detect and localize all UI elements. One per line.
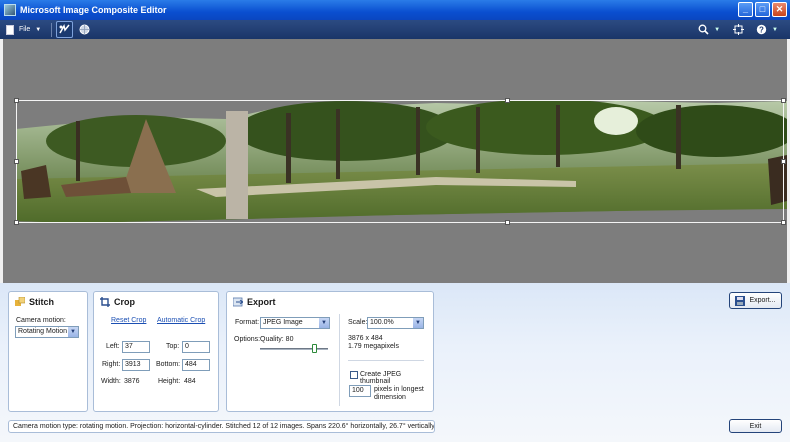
window-controls: _ □ ✕ [738,2,787,17]
svg-text:?: ? [759,25,764,34]
right-label: Right: [102,361,121,368]
export-panel: Export Format: JPEG Image ▼ Options: Qua… [226,291,434,412]
window-title: Microsoft Image Composite Editor [20,5,167,15]
scale-select[interactable]: 100.0% ▼ [367,317,424,329]
crop-panel-title: Crop [100,297,135,307]
export-button[interactable]: Export... [729,292,782,309]
help-dropdown-icon[interactable]: ▼ [772,27,778,33]
toolbar-separator [51,22,53,37]
height-value: 484 [184,378,196,385]
export-divider [339,314,340,406]
crop-handle-top-right[interactable] [781,98,786,103]
thumbnail-size-label: pixels in longest [374,386,424,393]
fit-to-window-icon[interactable] [730,21,747,38]
close-button[interactable]: ✕ [772,2,787,17]
crop-handle-top-left[interactable] [14,98,19,103]
help-icon[interactable]: ? [753,21,770,38]
export-icon [232,297,244,307]
panorama-canvas[interactable] [3,39,787,283]
automatic-crop-link[interactable]: Automatic Crop [157,317,205,324]
file-menu-label: File [19,26,31,33]
right-input[interactable]: 3913 [122,359,150,371]
crop-panel: Crop Reset Crop Automatic Crop Left: 37 … [93,291,219,412]
zoom-icon[interactable] [695,21,712,38]
crop-title-text: Crop [114,297,135,307]
file-document-icon [6,24,14,35]
chevron-down-icon: ▼ [35,26,42,33]
crop-icon [100,297,110,307]
globe-icon[interactable] [76,21,93,38]
stitch-panel: Stitch Camera motion: Rotating Motion ▼ [8,291,88,412]
zoom-dropdown-icon[interactable]: ▼ [714,27,720,33]
format-label: Format: [235,319,260,326]
app-icon [4,4,16,16]
camera-motion-value: Rotating Motion [18,328,68,335]
export-hsep [348,360,424,361]
left-label: Left: [106,343,120,350]
title-bar: Microsoft Image Composite Editor _ □ ✕ [0,0,790,20]
scale-value: 100.0% [370,319,394,326]
stitch-icon [15,296,26,307]
reset-crop-link[interactable]: Reset Crop [111,317,146,324]
crop-frame[interactable] [14,98,786,225]
chevron-down-icon: ▼ [319,318,329,328]
toolbar-right-group: ▼ ? ▼ [695,21,782,38]
format-value: JPEG Image [263,319,303,326]
export-panel-title: Export [232,297,276,307]
file-menu[interactable]: File ▼ [0,20,47,39]
export-button-label: Export... [749,297,776,304]
crop-handle-right[interactable] [781,159,786,164]
bottom-label: Bottom: [156,361,181,368]
exit-button[interactable]: Exit [729,419,782,433]
save-disk-icon [735,295,746,306]
camera-motion-select[interactable]: Rotating Motion ▼ [15,326,79,338]
toolbar: File ▼ ▼ ? ▼ [0,20,790,39]
left-input[interactable]: 37 [122,341,150,353]
exit-button-label: Exit [749,422,762,430]
width-value: 3876 [124,378,140,385]
quality-label: Quality: 80 [260,336,294,343]
chevron-down-icon: ▼ [68,327,78,337]
crop-handle-left[interactable] [14,159,19,164]
height-label: Height: [158,378,181,385]
crop-handle-top[interactable] [505,98,510,103]
thumbnail-label: Create JPEG thumbnail [360,371,402,385]
bottom-input[interactable]: 484 [182,359,210,371]
export-title-text: Export [247,297,276,307]
options-label: Options: [234,336,261,343]
quality-slider-track[interactable] [260,348,328,350]
minimize-button[interactable]: _ [738,2,753,17]
width-label: Width: [101,378,121,385]
quality-slider-thumb[interactable] [312,344,318,353]
dimensions-text: 3876 x 484 [348,335,383,342]
camera-motion-label: Camera motion: [16,317,66,324]
status-bar: Camera motion type: rotating motion. Pro… [8,420,435,433]
thumbnail-size-label-2: dimension [374,394,406,401]
megapixels-text: 1.79 megapixels [348,343,399,350]
top-label: Top: [166,343,180,350]
maximize-button[interactable]: □ [755,2,770,17]
thumbnail-checkbox[interactable] [350,371,358,379]
crop-handle-bottom-right[interactable] [781,220,786,225]
format-select[interactable]: JPEG Image ▼ [260,317,330,329]
chevron-down-icon: ▼ [413,318,423,328]
scale-label: Scale: [348,319,368,326]
stitch-mode-icon[interactable] [56,21,74,38]
stitch-panel-title: Stitch [15,296,55,307]
thumbnail-size-input[interactable]: 100 [349,385,371,397]
crop-handle-bottom-left[interactable] [14,220,19,225]
crop-handle-bottom[interactable] [505,220,510,225]
stitch-title-text: Stitch [29,297,55,307]
top-input[interactable]: 0 [182,341,210,353]
